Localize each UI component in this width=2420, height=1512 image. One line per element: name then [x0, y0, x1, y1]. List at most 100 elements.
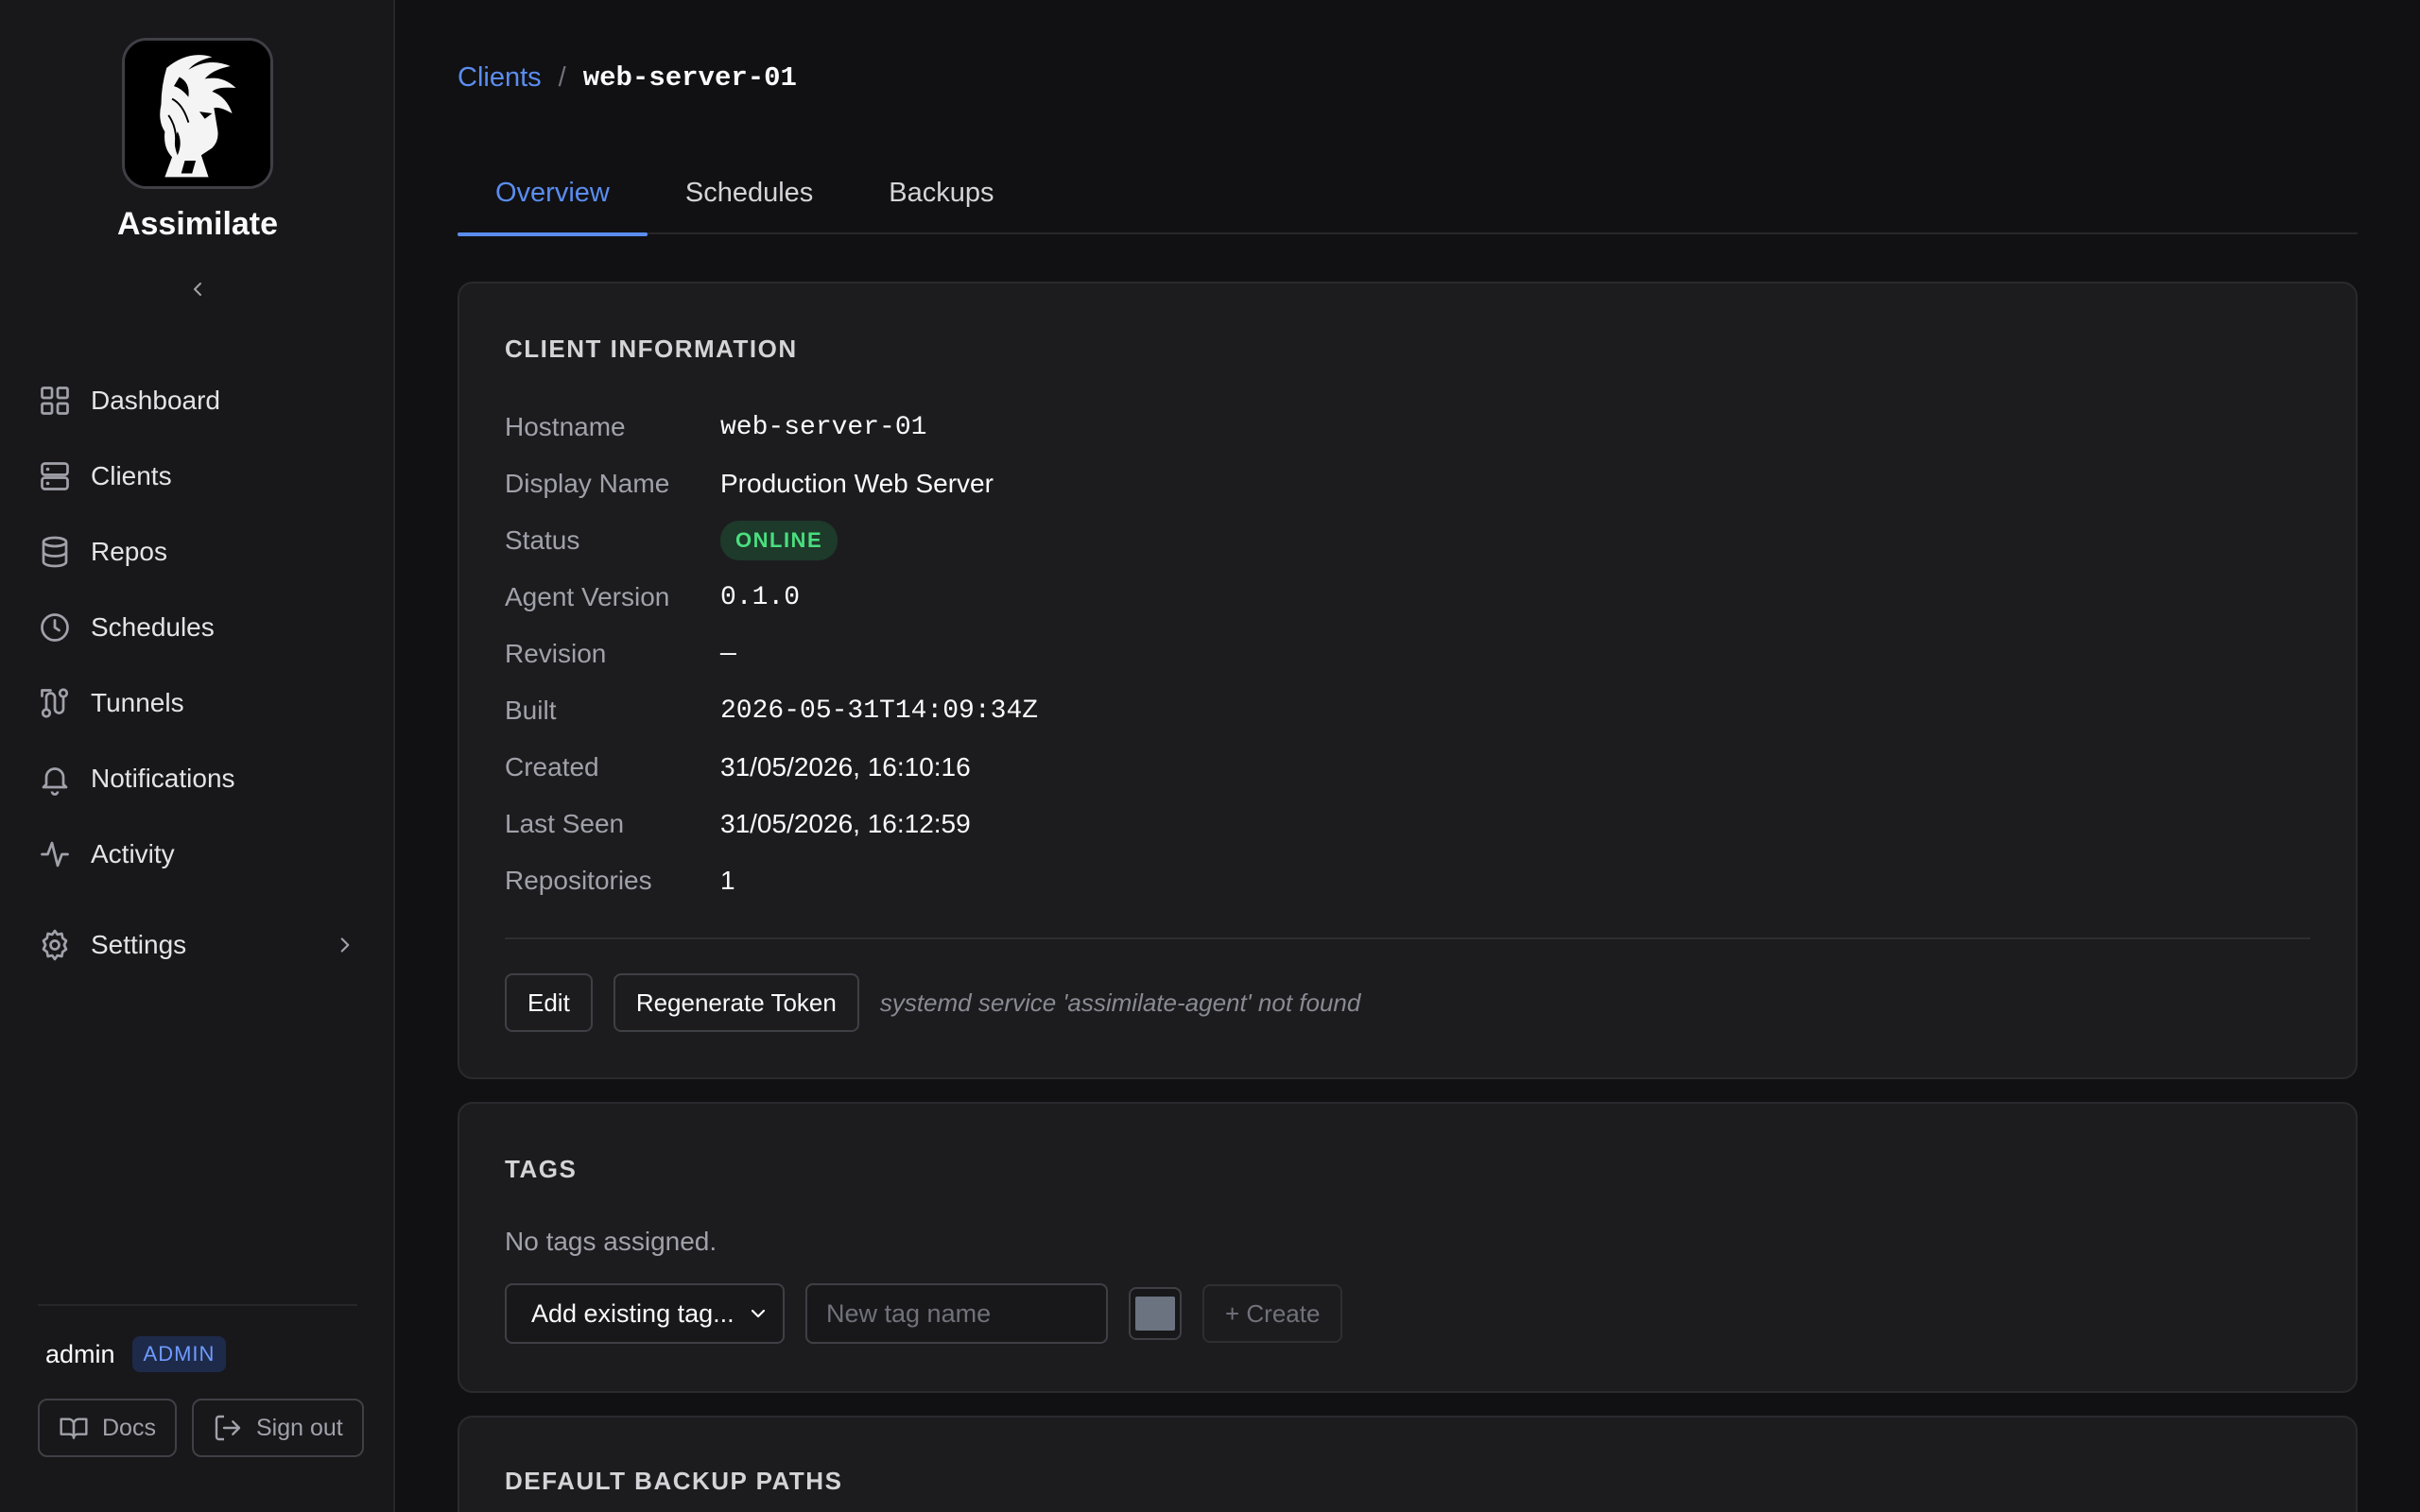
tab-overview[interactable]: Overview	[458, 151, 648, 236]
sidebar-item-label: Activity	[91, 839, 175, 868]
activity-icon	[38, 837, 72, 871]
info-label: Revision	[505, 639, 607, 668]
last-seen-value: 31/05/2026, 16:12:59	[720, 809, 971, 838]
chevron-down-icon	[751, 1309, 766, 1318]
sidebar-item-clients[interactable]: Clients	[38, 438, 357, 514]
chevron-right-icon	[340, 937, 350, 953]
tags-empty-text: No tags assigned.	[505, 1227, 717, 1256]
card-divider	[505, 937, 2310, 939]
built-value: 2026-05-31T14:09:34Z	[720, 696, 1039, 726]
brand-name: Assimilate	[116, 206, 279, 242]
info-label: Created	[505, 752, 599, 782]
sidebar-item-schedules[interactable]: Schedules	[38, 590, 357, 665]
database-icon	[38, 535, 72, 569]
existing-tag-select[interactable]: Add existing tag...	[505, 1283, 785, 1344]
dashboard-grid-icon	[38, 384, 72, 418]
info-label: Display Name	[505, 469, 670, 498]
sidebar-item-settings[interactable]: Settings	[38, 907, 357, 983]
gear-icon	[38, 928, 72, 962]
sidebar-item-notifications[interactable]: Notifications	[38, 741, 357, 816]
main-content: Clients / web-server-01 Overview Schedul…	[395, 0, 2420, 1512]
sidebar-item-dashboard[interactable]: Dashboard	[38, 363, 357, 438]
sidebar-item-label: Schedules	[91, 612, 215, 642]
info-row-last-seen: Last Seen 31/05/2026, 16:12:59	[505, 796, 1038, 852]
tab-schedules[interactable]: Schedules	[648, 151, 851, 234]
info-row-built: Built 2026-05-31T14:09:34Z	[505, 682, 1038, 739]
brand-logo	[122, 38, 273, 189]
default-backup-paths-title: DEFAULT BACKUP PATHS	[505, 1467, 843, 1495]
app-root: Assimilate Dashboard Clients Repos Sched…	[0, 0, 2420, 1512]
created-value: 31/05/2026, 16:10:16	[720, 752, 971, 782]
tag-color-picker[interactable]	[1129, 1287, 1182, 1340]
tab-backups[interactable]: Backups	[851, 151, 1031, 234]
sidebar-item-label: Notifications	[91, 764, 235, 793]
status-badge: ONLINE	[720, 521, 838, 560]
info-label: Repositories	[505, 866, 652, 895]
android-head-logo-icon	[125, 41, 270, 186]
sidebar-item-label: Dashboard	[91, 386, 220, 415]
sign-out-label: Sign out	[255, 1414, 343, 1441]
route-icon	[38, 686, 72, 720]
info-label: Status	[505, 525, 580, 555]
hostname-value: web-server-01	[720, 412, 927, 442]
info-row-display-name: Display Name Production Web Server	[505, 455, 1038, 512]
repositories-value: 1	[720, 866, 735, 895]
tag-controls: Add existing tag... + Create	[505, 1283, 1343, 1344]
log-out-icon	[215, 1415, 241, 1441]
info-label: Hostname	[505, 412, 626, 441]
sidebar-item-label: Repos	[91, 537, 167, 566]
info-label: Last Seen	[505, 809, 625, 838]
docs-button[interactable]: Docs	[38, 1399, 177, 1457]
sidebar-item-label: Settings	[91, 930, 187, 959]
sidebar-item-label: Clients	[91, 461, 172, 490]
service-status-hint: systemd service 'assimilate-agent' not f…	[879, 988, 1361, 1017]
sidebar-item-tunnels[interactable]: Tunnels	[38, 665, 357, 741]
breadcrumb: Clients / web-server-01	[458, 62, 797, 94]
sidebar-item-label: Tunnels	[91, 688, 184, 717]
info-label: Agent Version	[505, 582, 670, 611]
sidebar-divider	[38, 1304, 357, 1306]
default-backup-paths-card: DEFAULT BACKUP PATHS	[458, 1416, 2358, 1512]
sign-out-button[interactable]: Sign out	[191, 1399, 364, 1457]
info-row-revision: Revision —	[505, 626, 1038, 682]
tags-card: TAGS No tags assigned. Add existing tag.…	[458, 1102, 2358, 1393]
info-row-status: Status ONLINE	[505, 512, 1038, 569]
agent-version-value: 0.1.0	[720, 582, 801, 612]
info-row-hostname: Hostname web-server-01	[505, 399, 1038, 455]
user-info: admin ADMIN	[45, 1336, 227, 1372]
sidebar-footer: Docs Sign out	[38, 1399, 364, 1457]
client-actions: Edit Regenerate Token systemd service 'a…	[505, 973, 1360, 1032]
create-tag-button[interactable]: + Create	[1202, 1284, 1343, 1343]
tag-color-swatch	[1135, 1297, 1175, 1331]
collapse-sidebar-button[interactable]	[182, 272, 213, 306]
bell-icon	[38, 762, 72, 796]
regenerate-token-button[interactable]: Regenerate Token	[613, 973, 859, 1032]
new-tag-name-input[interactable]	[805, 1283, 1108, 1344]
client-info-list: Hostname web-server-01 Display Name Prod…	[505, 399, 1038, 909]
display-name-value: Production Web Server	[720, 469, 994, 498]
info-row-agent-version: Agent Version 0.1.0	[505, 569, 1038, 626]
breadcrumb-clients-link[interactable]: Clients	[458, 62, 542, 94]
book-open-icon	[60, 1418, 88, 1439]
info-row-repositories: Repositories 1	[505, 852, 1038, 909]
clock-icon	[38, 610, 72, 644]
chevron-left-icon	[194, 283, 201, 296]
info-label: Built	[505, 696, 557, 725]
revision-value: —	[720, 639, 736, 669]
server-icon	[38, 459, 72, 493]
breadcrumb-separator: /	[558, 62, 566, 93]
settings-left: Settings	[38, 928, 186, 962]
edit-button[interactable]: Edit	[505, 973, 593, 1032]
client-info-title: CLIENT INFORMATION	[505, 335, 798, 363]
tab-bar: Overview Schedules Backups	[458, 151, 2358, 236]
client-info-card: CLIENT INFORMATION Hostname web-server-0…	[458, 282, 2358, 1079]
tags-title: TAGS	[505, 1155, 578, 1183]
breadcrumb-current: web-server-01	[582, 62, 797, 94]
sidebar-nav: Dashboard Clients Repos Schedules Tunnel…	[38, 363, 357, 983]
sidebar: Assimilate Dashboard Clients Repos Sched…	[0, 0, 395, 1512]
sidebar-item-activity[interactable]: Activity	[38, 816, 357, 892]
info-row-created: Created 31/05/2026, 16:10:16	[505, 739, 1038, 796]
existing-tag-select-value: Add existing tag...	[531, 1298, 735, 1328]
user-name: admin	[45, 1339, 115, 1368]
sidebar-item-repos[interactable]: Repos	[38, 514, 357, 590]
